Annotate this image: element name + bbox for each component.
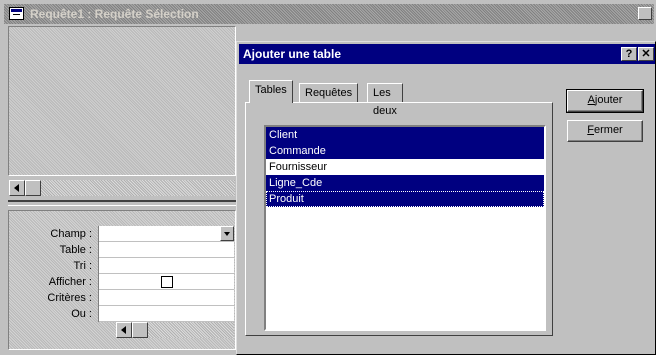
pane-splitter[interactable] — [8, 200, 236, 206]
query-window-titlebar[interactable]: Requête1 : Requête Sélection — [4, 4, 654, 24]
close-button-label: ermer — [594, 124, 623, 136]
grid-column — [98, 226, 234, 322]
grid-horizontal-scrollbar[interactable] — [116, 322, 234, 338]
chevron-down-icon[interactable] — [220, 226, 234, 241]
grid-scroll-thumb[interactable] — [132, 322, 148, 338]
close-button-accel: F — [587, 124, 594, 136]
table-listbox[interactable]: Client Commande Fournisseur Ligne_Cde Pr… — [264, 125, 546, 331]
tab-panel: Client Commande Fournisseur Ligne_Cde Pr… — [245, 102, 553, 336]
list-item-commande[interactable]: Commande — [266, 143, 544, 159]
add-button[interactable]: Ajouter — [566, 89, 644, 113]
field-combo[interactable] — [99, 226, 234, 242]
minimize-button[interactable] — [638, 7, 652, 20]
row-label-afficher: Afficher : — [48, 276, 92, 288]
list-item-produit[interactable]: Produit — [266, 191, 544, 207]
row-label-tri: Tri : — [73, 260, 92, 272]
table-design-area[interactable] — [8, 26, 236, 176]
upper-horizontal-scrollbar[interactable] — [9, 180, 235, 196]
arrow-left-icon — [121, 326, 126, 334]
list-item-ligne-cde[interactable]: Ligne_Cde — [266, 175, 544, 191]
close-icon[interactable]: ✕ — [638, 47, 654, 61]
tab-les-deux[interactable]: Les deux — [367, 83, 403, 117]
dialog-title: Ajouter une table — [243, 47, 342, 61]
grid-scroll-left-button[interactable] — [116, 322, 132, 338]
sort-cell[interactable] — [99, 258, 234, 274]
show-cell[interactable] — [99, 274, 234, 290]
table-cell[interactable] — [99, 242, 234, 258]
close-button[interactable]: Fermer — [567, 120, 643, 142]
tab-tables[interactable]: Tables — [249, 80, 293, 103]
scroll-left-button[interactable] — [9, 180, 25, 196]
tab-requetes[interactable]: Requêtes — [299, 83, 359, 103]
row-label-ou: Ou : — [71, 308, 92, 320]
or-cell[interactable] — [99, 306, 234, 322]
show-checkbox[interactable] — [161, 276, 173, 288]
list-item-fournisseur[interactable]: Fournisseur — [266, 159, 544, 175]
query-icon — [9, 7, 24, 20]
dialog-titlebar[interactable]: Ajouter une table ? ✕ — [239, 44, 655, 64]
list-item-client[interactable]: Client — [266, 127, 544, 143]
criteria-cell[interactable] — [99, 290, 234, 306]
row-label-criteres: Critères : — [47, 292, 92, 304]
scroll-thumb[interactable] — [25, 180, 41, 196]
query-window-title: Requête1 : Requête Sélection — [30, 7, 199, 21]
help-button[interactable]: ? — [621, 47, 637, 61]
arrow-left-icon — [14, 184, 19, 192]
row-label-table: Table : — [59, 244, 92, 256]
add-button-accel: A — [587, 94, 595, 106]
grid-row-labels: Champ : Table : Tri : Afficher : Critère… — [12, 226, 92, 322]
row-label-champ: Champ : — [50, 228, 92, 240]
add-button-label: jouter — [594, 94, 623, 106]
add-table-dialog: Ajouter une table ? ✕ Tables Requêtes Le… — [236, 41, 656, 355]
